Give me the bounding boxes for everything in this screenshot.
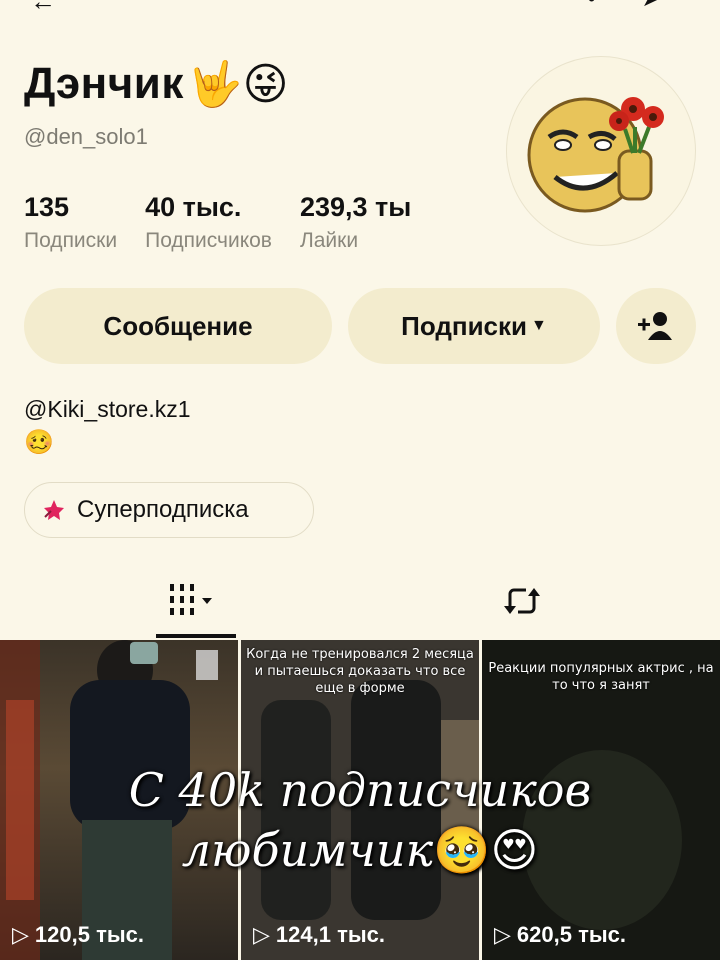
video-caption: Реакции популярных актрис , на то что я … (488, 661, 714, 693)
message-button-label: Сообщение (103, 310, 253, 341)
bio-link[interactable]: @Kiki_store.kz1 (24, 396, 191, 423)
top-bar: ← • ➤ (0, 0, 720, 16)
more-icon[interactable]: • ➤ (588, 0, 680, 12)
profile-stats: 135 Подписки 40 тыс. Подписчиков 239,3 т… (24, 192, 439, 253)
overlay-line1: С 40k подписчиков (128, 763, 592, 817)
avatar[interactable] (506, 56, 696, 246)
video-caption: Когда не тренировался 2 месяца и пытаешь… (246, 647, 474, 696)
stat-following-label: Подписки (24, 229, 118, 252)
display-name: Дэнчик (24, 59, 184, 108)
profile-tabs (0, 560, 720, 640)
video-views: ▷ 620,5 тыс. (494, 922, 626, 948)
stat-following[interactable]: 135 Подписки (24, 192, 117, 253)
back-arrow-icon[interactable]: ← (30, 0, 56, 17)
play-icon: ▷ (253, 922, 270, 947)
overlay-emojis: 🥹😍 (433, 823, 539, 877)
stat-followers[interactable]: 40 тыс. Подписчиков (145, 192, 272, 253)
repost-icon (504, 588, 540, 614)
bio-emoji: 🥴 (24, 428, 54, 456)
following-button-label: Подписки (401, 310, 528, 341)
overlay-caption: С 40k подписчиков любимчик🥹😍 (0, 760, 720, 880)
name-emojis: 🤟😜 (187, 59, 289, 110)
grid-icon (170, 584, 212, 615)
super-follow-button[interactable]: Суперподписка (24, 482, 314, 538)
stat-followers-value: 40 тыс. (145, 192, 242, 222)
profile-name-row: Дэнчик 🤟😜 (24, 58, 289, 110)
avatar-emoji-image (527, 97, 664, 213)
play-icon: ▷ (494, 922, 511, 947)
video-views-count: 120,5 тыс. (34, 922, 144, 947)
stat-likes[interactable]: 239,3 ты Лайки (300, 192, 411, 253)
tab-videos[interactable] (156, 560, 236, 640)
active-tab-indicator (156, 634, 236, 638)
add-person-icon (638, 312, 672, 340)
video-views: ▷ 120,5 тыс. (12, 922, 144, 948)
stat-likes-value: 239,3 ты (299, 192, 412, 222)
stat-likes-label: Лайки (299, 229, 359, 252)
super-follow-icon (44, 500, 64, 520)
username: @den_solo1 (24, 124, 148, 149)
stat-following-value: 135 (24, 192, 70, 222)
caret-down-icon: ▼ (531, 317, 547, 334)
overlay-line2: любимчик (181, 823, 434, 877)
overlay-line2-row: любимчик🥹😍 (0, 820, 720, 880)
play-icon: ▷ (12, 922, 29, 947)
video-views: ▷ 124,1 тыс. (253, 922, 385, 948)
tab-reposts[interactable] (492, 576, 552, 626)
stat-followers-label: Подписчиков (145, 229, 272, 252)
video-views-count: 620,5 тыс. (516, 922, 626, 947)
super-follow-label: Суперподписка (77, 496, 249, 523)
following-button[interactable]: Подписки ▼ (348, 288, 600, 364)
add-friend-button[interactable] (616, 288, 696, 364)
message-button[interactable]: Сообщение (24, 288, 332, 364)
video-views-count: 124,1 тыс. (275, 922, 385, 947)
